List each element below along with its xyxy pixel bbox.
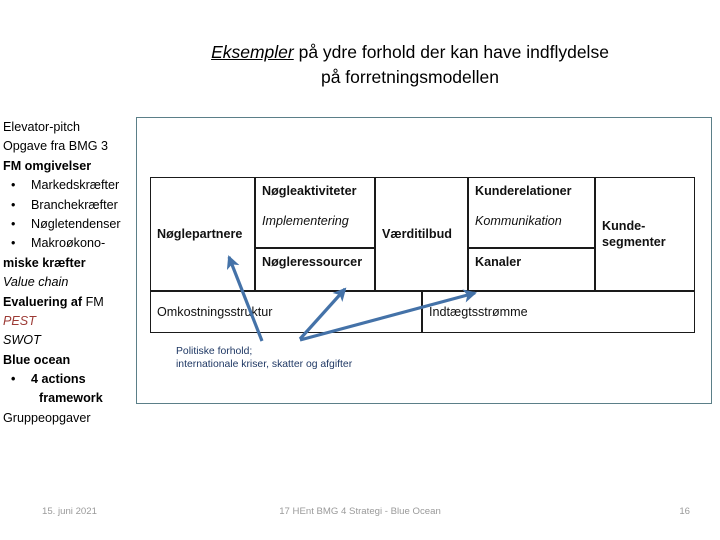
canvas-label: Værditilbud [382,227,452,241]
outline-item-label: Blue ocean [3,352,71,367]
outline-item-label: FM omgivelser [3,158,92,173]
canvas-label-line2: segmenter [602,235,666,249]
slide-footer: 15. juni 2021 17 HEnt BMG 4 Strategi - B… [0,506,720,526]
canvas-cell-cost-structure: Omkostningsstruktur [150,291,422,333]
outline-item-markedskraefter: • Markedskræfter [3,176,153,195]
outline-item-fm-omgivelser: FM omgivelser [3,157,153,176]
outline-item-makrooekonomiske: • Makroøkono- [3,234,153,253]
bullet-icon: • [11,372,16,387]
canvas-cell-revenue-streams: Indtægtsstrømme [422,291,695,333]
outline-item-label: Evaluering af [3,294,83,309]
bullet-icon: • [11,197,16,212]
outline-item-label: Gruppeopgaver [3,410,91,425]
outline-item-label: miske kræfter [3,255,86,270]
outline-item-miske-kraefter: miske kræfter [3,254,153,273]
footer-page-number: 16 [679,506,690,517]
outline-item-elevator-pitch: Elevator-pitch [3,118,153,137]
outline-item-label-suffix: FM [82,294,104,309]
title-line2: på forretningsmodellen [320,67,500,87]
canvas-sublabel: Implementering [262,214,349,228]
canvas-sublabel: Kommunikation [475,214,562,228]
outline-item-value-chain: Value chain [3,273,153,292]
business-model-canvas: Nøglepartnere Nøgleaktiviteter Implement… [150,177,695,333]
footer-title: 17 HEnt BMG 4 Strategi - Blue Ocean [279,506,441,517]
outline-item-label: Elevator-pitch [3,120,80,134]
outline-item-label: Branchekræfter [31,197,118,212]
title-emphasis: Eksempler [211,42,294,62]
canvas-label: Kanaler [475,255,522,269]
annotation-caption: Politiske forhold; internationale kriser… [176,345,352,371]
outline-item-framework: framework [3,389,153,408]
annotation-line2: internationale kriser, skatter og afgift… [176,359,353,371]
outline-item-swot: SWOT [3,331,153,350]
outline-item-label: PEST [3,313,36,328]
canvas-label: Kunde- [602,219,646,233]
canvas-label: Nøgleaktiviteter [262,184,357,198]
outline-item-label: Value chain [3,275,69,290]
outline-item-gruppeopgaver: Gruppeopgaver [3,409,153,428]
outline-item-4-actions: • 4 actions [3,370,153,389]
outline-item-blue-ocean: Blue ocean [3,351,153,370]
outline-item-pest: PEST [3,312,153,331]
canvas-label: Nøgleressourcer [262,255,363,269]
canvas-cell-customer-segments: Kunde- segmenter [595,177,695,291]
outline-item-evaluering-af-fm: Evaluering af FM [3,293,153,312]
canvas-cell-value-proposition: Værditilbud [375,177,468,291]
canvas-label: Kunderelationer [475,184,572,198]
canvas-cell-key-partners: Nøglepartnere [150,177,255,291]
bullet-icon: • [11,216,16,231]
outline-item-label: SWOT [3,333,41,348]
bullet-icon: • [11,236,16,251]
canvas-cell-customer-relationships: Kunderelationer Kommunikation [468,177,595,248]
slide-canvas: Eksempler på ydre forhold der kan have i… [0,0,720,540]
canvas-label: Omkostningsstruktur [157,305,273,319]
outline-item-opgave-bmg3: Opgave fra BMG 3 [3,137,153,156]
outline-item-label: Opgave fra BMG 3 [3,139,108,154]
bullet-icon: • [11,178,16,193]
canvas-cell-channels: Kanaler [468,248,595,291]
annotation-line1: Politiske forhold; [176,346,253,357]
canvas-cell-key-resources: Nøgleressourcer [255,248,375,291]
page-title: Eksempler på ydre forhold der kan have i… [120,40,700,90]
outline-item-noegletendenser: • Nøgletendenser [3,215,153,234]
outline-item-label: Nøgletendenser [31,216,121,231]
outline-list: Elevator-pitch Opgave fra BMG 3 FM omgiv… [3,118,153,428]
canvas-cell-key-activities: Nøgleaktiviteter Implementering [255,177,375,248]
outline-item-label: Markedskræfter [31,178,120,193]
canvas-label: Indtægtsstrømme [429,305,528,319]
outline-item-label: Makroøkono- [31,236,106,251]
canvas-label: Nøglepartnere [157,227,243,241]
outline-item-label: framework [39,391,103,406]
title-rest: på ydre forhold der kan have indflydelse [293,42,609,62]
outline-item-branchekraefter: • Branchekræfter [3,196,153,215]
outline-item-label: 4 actions [31,372,86,387]
